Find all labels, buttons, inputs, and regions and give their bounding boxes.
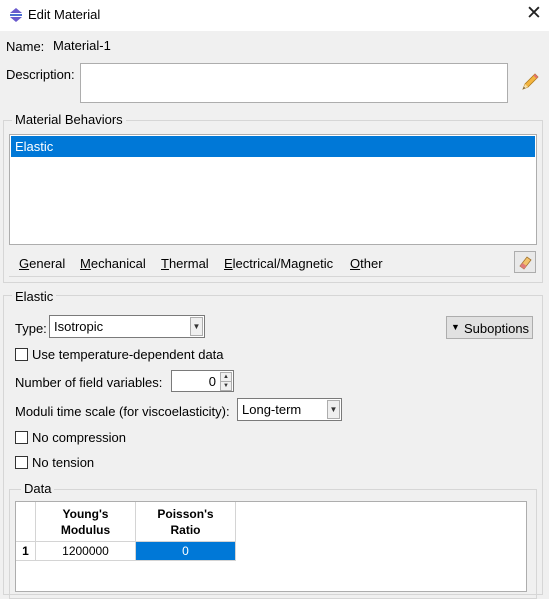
window-title: Edit Material <box>28 7 101 22</box>
chevron-down-icon: ▼ <box>327 400 340 419</box>
table-cell-selected[interactable]: 0 <box>136 542 236 561</box>
suboptions-label: Suboptions <box>464 321 530 336</box>
field-vars-label: Number of field variables: <box>15 375 163 390</box>
moduli-label: Moduli time scale (for viscoelasticity): <box>15 404 230 419</box>
table-cell[interactable]: 1200000 <box>36 542 136 561</box>
chevron-down-icon: ▼ <box>190 317 203 336</box>
field-vars-spinner[interactable]: 0 ▲ ▼ <box>171 370 234 392</box>
moduli-select[interactable]: Long-term ▼ <box>237 398 342 421</box>
behavior-list[interactable]: Elastic <box>9 134 537 245</box>
close-icon[interactable]: ✕ <box>523 3 545 25</box>
menu-other[interactable]: Other <box>350 256 383 271</box>
menu-mechanical[interactable]: Mechanical <box>80 256 146 271</box>
name-value: Material-1 <box>50 38 114 53</box>
no-compression-label: No compression <box>32 430 126 445</box>
triangle-down-icon: ▼ <box>451 322 460 332</box>
row-header[interactable]: 1 <box>16 542 36 561</box>
description-field[interactable] <box>80 63 508 103</box>
no-compression-checkbox[interactable] <box>15 431 28 444</box>
material-behaviors-title: Material Behaviors <box>12 112 126 127</box>
title-bar: Edit Material ✕ <box>0 0 549 31</box>
data-title: Data <box>21 481 55 496</box>
type-select[interactable]: Isotropic ▼ <box>49 315 205 338</box>
no-tension-checkbox[interactable] <box>15 456 28 469</box>
eraser-icon <box>519 256 532 270</box>
temp-dependent-checkbox[interactable] <box>15 348 28 361</box>
elastic-title: Elastic <box>12 289 57 304</box>
abaqus-icon <box>10 8 22 22</box>
column-header-youngs-modulus[interactable]: Young's Modulus <box>36 502 136 542</box>
description-label: Description: <box>6 67 75 82</box>
behavior-item-elastic[interactable]: Elastic <box>11 136 535 157</box>
spin-down-icon[interactable]: ▼ <box>220 381 232 391</box>
menu-separator <box>9 276 510 277</box>
temp-dependent-label: Use temperature-dependent data <box>32 347 224 362</box>
moduli-value: Long-term <box>242 402 302 417</box>
data-table: Young's Modulus Poisson's Ratio 1 1200000 … <box>15 501 527 592</box>
suboptions-button[interactable]: ▼ Suboptions <box>446 316 533 339</box>
type-label: Type: <box>15 321 47 336</box>
pencil-icon[interactable] <box>518 72 540 94</box>
delete-behavior-button[interactable] <box>514 251 536 273</box>
type-value: Isotropic <box>54 319 104 334</box>
no-tension-label: No tension <box>32 455 95 470</box>
name-label: Name: <box>6 39 45 54</box>
table-corner <box>16 502 36 542</box>
menu-thermal[interactable]: Thermal <box>161 256 209 271</box>
menu-general[interactable]: General <box>19 256 65 271</box>
column-header-poissons-ratio[interactable]: Poisson's Ratio <box>136 502 236 542</box>
menu-electrical-magnetic[interactable]: Electrical/Magnetic <box>224 256 333 271</box>
field-vars-value: 0 <box>208 374 216 389</box>
